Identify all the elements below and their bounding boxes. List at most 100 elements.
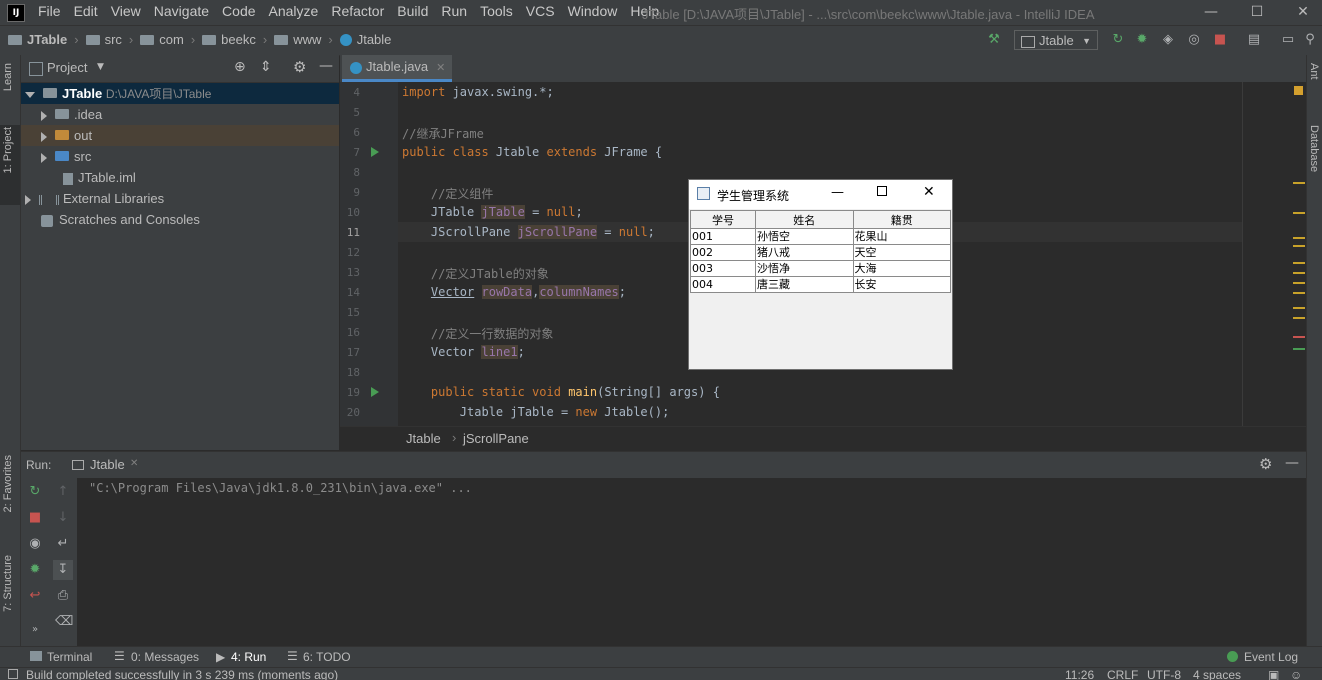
warning-marker[interactable]: [1293, 212, 1305, 214]
menu-refactor[interactable]: Refactor: [331, 3, 391, 19]
table-cell[interactable]: 长安: [852, 276, 951, 293]
tree-item-scratches[interactable]: Scratches and Consoles: [21, 209, 339, 230]
learn-tab[interactable]: Learn: [2, 63, 14, 91]
expand-arrow-icon[interactable]: [41, 152, 47, 163]
table-cell[interactable]: 孙悟空: [755, 228, 854, 245]
table-cell[interactable]: 花果山: [852, 228, 951, 245]
menu-vcs[interactable]: VCS: [526, 3, 562, 19]
menu-view[interactable]: View: [111, 3, 148, 19]
run-configuration-select[interactable]: Jtable ▼: [1014, 30, 1098, 50]
presentation-icon[interactable]: ▭: [1280, 32, 1296, 48]
crumb-com[interactable]: com: [159, 32, 184, 47]
exit-icon[interactable]: ↩: [27, 588, 43, 604]
arrow-up-icon[interactable]: ↑: [55, 484, 71, 500]
chevron-down-icon[interactable]: ▼: [97, 62, 104, 72]
table-cell[interactable]: 002: [690, 244, 756, 261]
print-icon[interactable]: ⎙: [55, 588, 71, 604]
rerun-icon[interactable]: ↻: [27, 484, 43, 500]
crumb-beekc[interactable]: beekc: [221, 32, 256, 47]
tree-item-jtable[interactable]: JTable D:\JAVA项目\JTable: [21, 83, 339, 104]
menu-edit[interactable]: Edit: [74, 3, 105, 19]
more-icon[interactable]: »: [27, 622, 43, 638]
run-gutter-icon[interactable]: [371, 387, 379, 397]
event-log-tab[interactable]: Event Log: [1244, 650, 1298, 664]
tree-item-idea[interactable]: .idea: [21, 104, 339, 125]
close-icon[interactable]: ✕: [1280, 0, 1322, 25]
crumb-src[interactable]: src: [105, 32, 122, 47]
swing-app-window[interactable]: 学生管理系统 — ✕ 学号 姓名 籍贯 001 孙悟空 花果山 002 猪八戒 …: [688, 179, 953, 370]
change-marker[interactable]: [1293, 348, 1305, 350]
table-row[interactable]: 004 唐三藏 长安: [690, 276, 951, 293]
tree-item-out[interactable]: out: [21, 125, 339, 146]
run-tab-label[interactable]: Jtable: [90, 457, 125, 472]
status-toggle-icon[interactable]: [8, 669, 18, 679]
locate-crosshair-icon[interactable]: ⊕: [234, 59, 246, 75]
tree-item-jtable-iml[interactable]: JTable.iml: [21, 167, 339, 188]
gear-icon[interactable]: ⚙: [293, 58, 306, 76]
coverage-icon[interactable]: ◈: [1160, 32, 1176, 48]
table-cell[interactable]: 唐三藏: [755, 276, 854, 293]
debug-bug-icon[interactable]: ✹: [1134, 32, 1150, 48]
crumb-project[interactable]: JTable: [27, 32, 67, 47]
menu-tools[interactable]: Tools: [480, 3, 520, 19]
database-tab[interactable]: Database: [1308, 125, 1320, 172]
soft-wrap-icon[interactable]: ↵: [55, 536, 71, 552]
scroll-to-end-icon[interactable]: ↧: [53, 560, 73, 580]
close-icon[interactable]: ✕: [923, 184, 935, 200]
swing-title-bar[interactable]: 学生管理系统 — ✕: [689, 180, 952, 209]
menu-code[interactable]: Code: [222, 3, 262, 19]
expand-arrow-icon[interactable]: [41, 110, 47, 121]
terminal-tab[interactable]: Terminal: [47, 650, 92, 664]
line-separator[interactable]: CRLF: [1107, 668, 1138, 680]
hide-panel-icon[interactable]: —: [319, 58, 333, 74]
favorites-tab[interactable]: 2: Favorites: [2, 455, 14, 512]
menu-analyze[interactable]: Analyze: [269, 3, 326, 19]
table-row[interactable]: 001 孙悟空 花果山: [690, 228, 951, 245]
minimize-icon[interactable]: —: [831, 185, 844, 200]
warning-status-icon[interactable]: [1294, 86, 1303, 95]
rerun-icon[interactable]: ↻: [1110, 32, 1126, 48]
project-tab[interactable]: 1: Project: [2, 127, 14, 173]
todo-tab[interactable]: 6: TODO: [303, 650, 351, 664]
console-output[interactable]: "C:\Program Files\Java\jdk1.8.0_231\bin\…: [77, 478, 1306, 646]
stop-icon[interactable]: ■: [1212, 32, 1228, 48]
warning-marker[interactable]: [1293, 182, 1305, 184]
file-encoding[interactable]: UTF-8: [1147, 668, 1181, 680]
table-row[interactable]: 003 沙悟净 大海: [690, 260, 951, 277]
crumb-class[interactable]: Jtable: [357, 32, 392, 47]
maximize-icon[interactable]: [877, 186, 887, 196]
hide-panel-icon[interactable]: —: [1285, 455, 1299, 471]
table-cell[interactable]: 001: [690, 228, 756, 245]
close-tab-icon[interactable]: ✕: [130, 458, 138, 469]
warning-marker[interactable]: [1293, 262, 1305, 274]
menu-build[interactable]: Build: [397, 3, 435, 19]
table-cell[interactable]: 004: [690, 276, 756, 293]
student-table[interactable]: 学号 姓名 籍贯 001 孙悟空 花果山 002 猪八戒 天空 003 沙悟净 …: [690, 210, 951, 293]
menu-run[interactable]: Run: [441, 3, 474, 19]
breadcrumb-field[interactable]: jScrollPane: [463, 431, 529, 446]
table-cell[interactable]: 沙悟净: [755, 260, 854, 277]
table-cell[interactable]: 天空: [852, 244, 951, 261]
warning-marker[interactable]: [1293, 237, 1305, 247]
close-tab-icon[interactable]: ✕: [436, 62, 445, 74]
stop-icon[interactable]: ■: [27, 510, 43, 526]
table-cell[interactable]: 大海: [852, 260, 951, 277]
warning-marker[interactable]: [1293, 282, 1305, 294]
breadcrumb-class[interactable]: Jtable: [406, 431, 441, 446]
column-header[interactable]: 籍贯: [852, 210, 951, 229]
indent-setting[interactable]: 4 spaces: [1193, 668, 1241, 680]
ant-tab[interactable]: Ant: [1308, 63, 1320, 80]
menu-file[interactable]: File: [38, 3, 68, 19]
warning-marker[interactable]: [1293, 307, 1305, 319]
trash-icon[interactable]: ⌫: [55, 614, 73, 630]
crumb-www[interactable]: www: [293, 32, 321, 47]
editor-tab-jtable-java[interactable]: Jtable.java ✕: [342, 55, 452, 82]
status-message[interactable]: Build completed successfully in 3 s 239 …: [26, 668, 338, 680]
arrow-down-icon[interactable]: ↓: [55, 510, 71, 526]
project-panel-title[interactable]: Project: [47, 60, 87, 75]
restore-layout-icon[interactable]: ✹: [27, 562, 43, 578]
menu-navigate[interactable]: Navigate: [154, 3, 216, 19]
camera-dump-icon[interactable]: ◉: [27, 536, 43, 552]
messages-tab[interactable]: 0: Messages: [131, 650, 199, 664]
profile-icon[interactable]: ◎: [1186, 32, 1202, 48]
